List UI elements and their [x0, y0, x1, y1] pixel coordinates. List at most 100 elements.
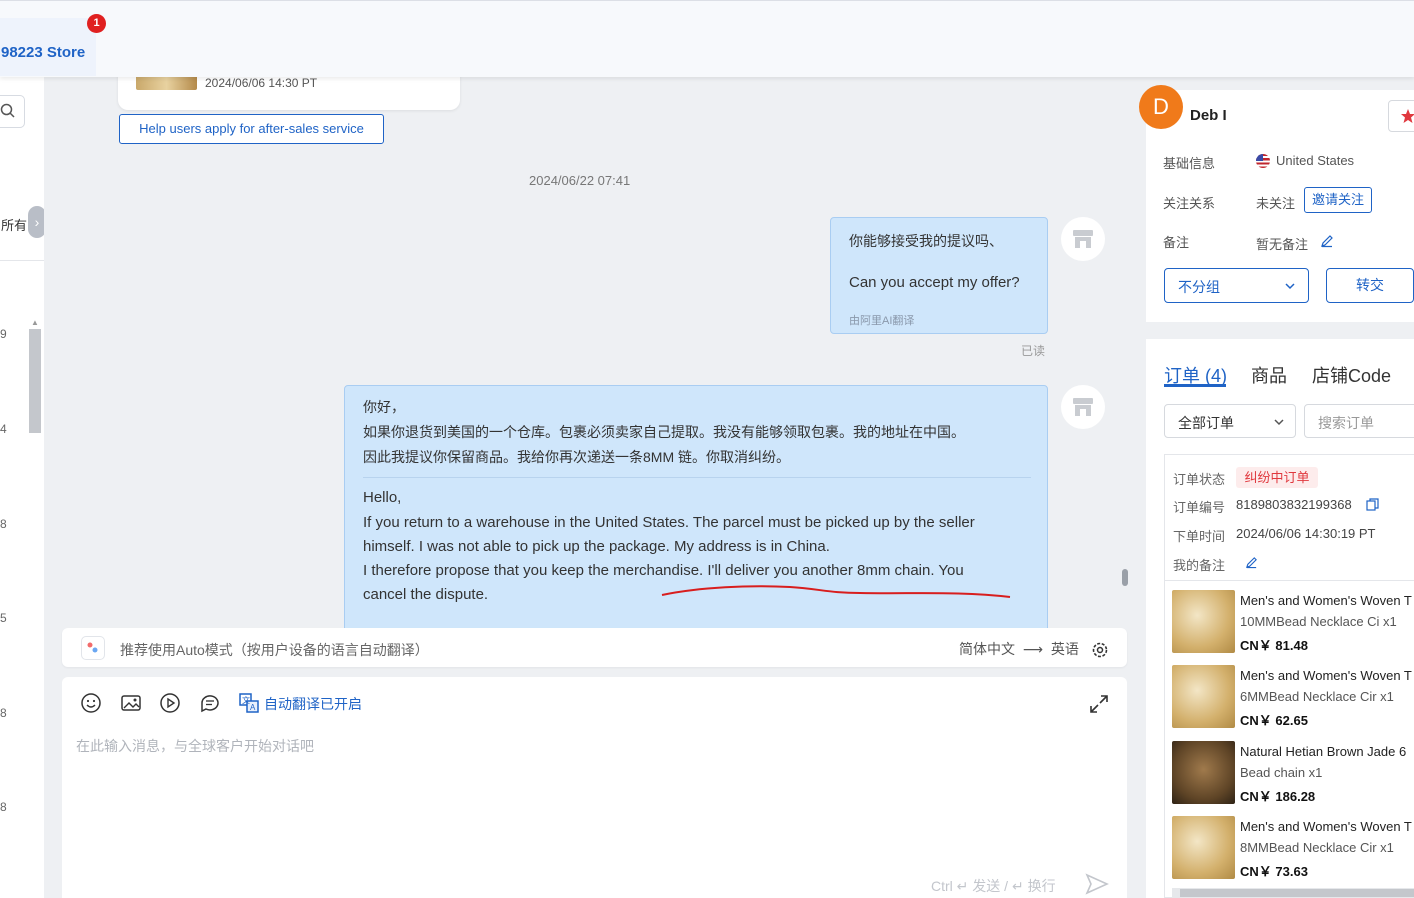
row-number: 8	[0, 706, 7, 720]
order-number-label: 订单编号	[1173, 500, 1226, 515]
row-number: 5	[0, 611, 7, 625]
video-icon[interactable]	[159, 692, 181, 714]
item-price: CN￥ 186.28	[1240, 789, 1316, 804]
target-language: 英语	[1050, 641, 1079, 657]
expand-icon[interactable]	[1088, 693, 1110, 715]
active-tab-indicator	[1164, 384, 1226, 387]
chat-scrollbar[interactable]	[1122, 569, 1128, 586]
message-translated-line: Hello,	[363, 489, 402, 506]
item-thumbnail	[1172, 816, 1235, 879]
edit-icon[interactable]	[1320, 234, 1334, 248]
copy-icon[interactable]	[1366, 498, 1379, 511]
customer-avatar: D	[1139, 85, 1183, 129]
message-divider	[363, 477, 1031, 478]
product-time: 2024/06/06 14:30 PT	[205, 76, 318, 90]
note-value: 暂无备注	[1256, 237, 1309, 252]
message-translated-line: cancel the dispute.	[363, 586, 489, 603]
search-icon	[0, 103, 15, 118]
svg-text:文: 文	[242, 695, 250, 705]
item-spec: 10MMBead Necklace Ci x1	[1240, 614, 1397, 629]
message-original-line: 你好，	[363, 399, 405, 415]
quick-reply-icon[interactable]	[199, 692, 221, 714]
message-bubble: 你好， 如果你退货到美国的一个仓库。包裹必须卖家自己提取。我没有能够领取包裹。我…	[344, 385, 1048, 645]
order-filter-select[interactable]: 全部订单	[1164, 404, 1296, 438]
message-input-placeholder[interactable]: 在此输入消息，与全球客户开始对话吧	[76, 736, 314, 756]
translate-mode-hint[interactable]: 推荐使用Auto模式（按用户设备的语言自动翻译）	[120, 640, 429, 660]
svg-text:A: A	[250, 703, 256, 712]
image-icon[interactable]	[120, 692, 142, 714]
row-number: 8	[0, 517, 7, 531]
store-icon	[1073, 230, 1093, 248]
seller-avatar	[1061, 385, 1105, 429]
item-spec: 6MMBead Necklace Cir x1	[1240, 689, 1394, 704]
date-divider: 2024/06/22 07:41	[529, 173, 631, 188]
star-icon	[1401, 109, 1414, 123]
translate-icon[interactable]: 文 A	[238, 692, 260, 714]
edit-icon[interactable]	[1245, 556, 1258, 569]
group-select[interactable]: 不分组	[1164, 268, 1309, 303]
message-translated-line: I therefore propose that you keep the me…	[363, 562, 964, 579]
top-bar	[0, 0, 1414, 77]
store-name[interactable]: 98223 Store	[1, 44, 85, 61]
message-translated: Can you accept my offer?	[849, 274, 1020, 291]
scroll-up-icon[interactable]: ▲	[31, 318, 39, 327]
annotation-underline	[661, 585, 1011, 598]
message-translated-line: If you return to a warehouse in the Unit…	[363, 514, 975, 531]
conversation-list-strip	[0, 77, 44, 898]
invite-follow-button[interactable]: 邀请关注	[1304, 187, 1372, 213]
order-search-placeholder: 搜索订单	[1318, 415, 1374, 431]
order-item[interactable]: Men's and Women's Woven T 8MMBead Neckla…	[1172, 816, 1414, 880]
send-icon[interactable]	[1085, 873, 1109, 895]
message-original: 你能够接受我的提议吗、	[849, 233, 1003, 249]
filter-all-label[interactable]: 所有	[1, 215, 27, 234]
auto-translate-toggle[interactable]: 自动翻译已开启	[264, 694, 362, 714]
us-flag-icon	[1256, 154, 1270, 168]
conversation-scrollbar[interactable]	[29, 329, 41, 433]
tab-store-code[interactable]: 店铺Code	[1312, 362, 1391, 388]
send-shortcut-hint: Ctrl ↵ 发送 / ↵ 换行	[931, 878, 1056, 894]
search-button[interactable]	[0, 95, 25, 128]
group-select-value: 不分组	[1178, 279, 1220, 295]
chevron-down-icon	[1285, 283, 1295, 290]
translate-language-pair[interactable]: 简体中文 ⟶ 英语	[959, 639, 1079, 659]
store-icon	[1073, 398, 1093, 416]
message-composer[interactable]	[62, 677, 1127, 898]
item-title: Natural Hetian Brown Jade 6	[1240, 744, 1407, 759]
divider	[0, 260, 44, 261]
emoji-icon[interactable]	[80, 692, 102, 714]
aftersales-button[interactable]: Help users apply for after-sales service	[119, 114, 384, 144]
order-status-label: 订单状态	[1173, 472, 1226, 487]
item-price: CN￥ 62.65	[1240, 713, 1308, 728]
transfer-button[interactable]: 转交	[1326, 268, 1414, 303]
order-item[interactable]: Natural Hetian Brown Jade 6 Bead chain x…	[1172, 741, 1414, 805]
order-time-label: 下单时间	[1173, 529, 1226, 544]
order-search-input[interactable]: 搜索订单	[1304, 404, 1414, 438]
customer-name: Deb I	[1190, 107, 1227, 124]
row-number: 4	[0, 422, 7, 436]
item-spec: 8MMBead Necklace Cir x1	[1240, 840, 1394, 855]
item-price: CN￥ 73.63	[1240, 864, 1308, 879]
favorite-button[interactable]	[1388, 100, 1414, 132]
item-title: Men's and Women's Woven T	[1240, 593, 1412, 608]
my-note-label: 我的备注	[1173, 558, 1226, 573]
order-item[interactable]: Men's and Women's Woven T 6MMBead Neckla…	[1172, 665, 1414, 729]
message-bubble: 你能够接受我的提议吗、 Can you accept my offer? 由阿里…	[830, 217, 1048, 334]
order-item[interactable]: Men's and Women's Woven T 10MMBead Neckl…	[1172, 590, 1414, 654]
basic-info-label: 基础信息	[1163, 156, 1216, 171]
chevron-down-icon	[1274, 419, 1284, 426]
follow-label: 关注关系	[1163, 196, 1216, 211]
item-title: Men's and Women's Woven T	[1240, 668, 1412, 683]
customer-country: United States	[1276, 153, 1355, 168]
message-original-line: 如果你退货到美国的一个仓库。包裹必须卖家自己提取。我没有能够领取包裹。我的地址在…	[363, 424, 965, 440]
item-spec: Bead chain x1	[1240, 765, 1323, 780]
tab-products[interactable]: 商品	[1251, 362, 1287, 388]
order-number: 8189803832199368	[1236, 497, 1352, 512]
orders-scrollbar[interactable]	[1180, 889, 1414, 897]
item-thumbnail	[1172, 741, 1235, 804]
order-time: 2024/06/06 14:30:19 PT	[1236, 526, 1376, 541]
arrow-right-icon: ⟶	[1022, 641, 1043, 657]
seller-avatar	[1061, 217, 1105, 261]
divider	[1164, 580, 1414, 581]
note-label: 备注	[1163, 235, 1190, 250]
gear-icon[interactable]	[1090, 640, 1110, 660]
